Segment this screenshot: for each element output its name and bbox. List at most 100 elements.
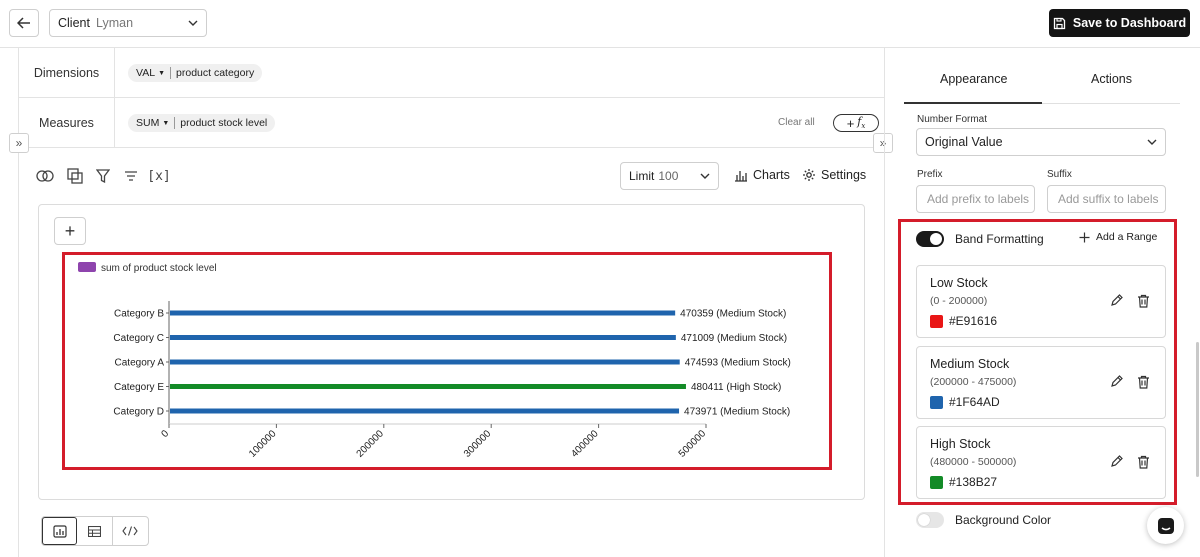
prefix-label: Prefix bbox=[917, 169, 943, 180]
dimension-agg-select[interactable]: VAL ▼ bbox=[136, 67, 172, 79]
client-value: Lyman bbox=[95, 16, 134, 30]
trash-icon[interactable] bbox=[1137, 294, 1150, 308]
add-range-label: Add a Range bbox=[1096, 231, 1158, 243]
band-card[interactable]: Low Stock (0 - 200000) #E91616 bbox=[916, 265, 1166, 338]
band-range: (200000 - 475000) bbox=[930, 376, 1017, 388]
measure-pill[interactable]: SUM ▼ product stock level bbox=[128, 114, 276, 132]
chat-icon bbox=[1157, 517, 1174, 534]
category-tick-label: Category A bbox=[115, 358, 165, 369]
background-color-toggle[interactable] bbox=[916, 512, 944, 528]
toggle-knob bbox=[930, 233, 942, 245]
suffix-input[interactable]: Add suffix to labels bbox=[1047, 185, 1166, 213]
band-name: Low Stock bbox=[930, 276, 988, 290]
band-name: High Stock bbox=[930, 437, 991, 451]
background-color-label: Background Color bbox=[955, 513, 1052, 527]
plus-icon bbox=[1079, 232, 1090, 242]
plus-icon: + bbox=[64, 220, 76, 241]
toggle-knob bbox=[918, 514, 930, 526]
gear-icon bbox=[803, 169, 815, 181]
band-formatting-label: Band Formatting bbox=[955, 232, 1044, 246]
dimensions-row: Dimensions VAL ▼ product category bbox=[19, 48, 885, 98]
chat-support-button[interactable] bbox=[1147, 507, 1184, 544]
band-color-swatch[interactable] bbox=[930, 315, 943, 328]
tab-appearance[interactable]: Appearance bbox=[940, 72, 1007, 86]
sort-icon[interactable] bbox=[122, 167, 140, 185]
charts-button[interactable]: Charts bbox=[734, 168, 790, 182]
function-icon: fx bbox=[857, 115, 866, 131]
trash-icon[interactable] bbox=[1137, 375, 1150, 389]
clear-all-link[interactable]: Clear all bbox=[778, 117, 815, 128]
caret-down-icon: ▼ bbox=[162, 119, 170, 127]
filter-icon[interactable] bbox=[94, 167, 112, 185]
pencil-icon[interactable] bbox=[1110, 375, 1123, 388]
pencil-icon[interactable] bbox=[1110, 294, 1123, 307]
x-tick-label: 100000 bbox=[247, 428, 279, 460]
expand-left-button[interactable]: » bbox=[9, 133, 29, 153]
table-icon bbox=[88, 525, 102, 537]
bar-chart-icon bbox=[735, 170, 747, 182]
client-label: Client bbox=[58, 16, 90, 30]
number-format-select[interactable]: Original Value bbox=[916, 128, 1166, 156]
tab-actions[interactable]: Actions bbox=[1091, 72, 1132, 86]
band-color-hex: #138B27 bbox=[949, 475, 998, 489]
copy-icon[interactable] bbox=[66, 167, 84, 185]
add-formula-button[interactable]: + fx bbox=[833, 114, 879, 132]
measures-row: Measures SUM ▼ product stock level Clear … bbox=[19, 98, 885, 148]
band-card[interactable]: High Stock (480000 - 500000) #138B27 bbox=[916, 426, 1166, 499]
measure-agg-select[interactable]: SUM ▼ bbox=[136, 117, 176, 129]
band-card[interactable]: Medium Stock (200000 - 475000) #1F64AD bbox=[916, 346, 1166, 419]
view-switcher bbox=[41, 516, 149, 546]
band-formatting-toggle[interactable] bbox=[916, 231, 944, 247]
client-select[interactable]: Client Lyman bbox=[49, 9, 207, 37]
legend-swatch bbox=[78, 262, 96, 272]
limit-value: 100 bbox=[658, 169, 679, 183]
table-view-tab[interactable] bbox=[77, 517, 113, 545]
bar[interactable] bbox=[170, 335, 676, 340]
bar[interactable] bbox=[170, 384, 686, 389]
double-chevron-right-icon: » bbox=[15, 136, 23, 150]
prefix-input[interactable]: Add prefix to labels bbox=[916, 185, 1035, 213]
category-tick-label: Category E bbox=[114, 382, 164, 393]
add-chart-element-button[interactable]: + bbox=[54, 217, 86, 245]
bar-data-label: 473971 (Medium Stock) bbox=[684, 407, 790, 418]
save-icon bbox=[1053, 17, 1066, 29]
variables-icon[interactable]: [x] bbox=[147, 167, 170, 185]
band-color-swatch[interactable] bbox=[930, 476, 943, 489]
bar-chart-icon bbox=[53, 524, 67, 538]
bar[interactable] bbox=[170, 310, 676, 316]
pencil-icon[interactable] bbox=[1110, 455, 1123, 468]
dimension-field: product category bbox=[176, 67, 255, 79]
add-range-button[interactable]: Add a Range bbox=[1079, 231, 1157, 243]
scrollbar-thumb[interactable] bbox=[1196, 342, 1199, 477]
back-button[interactable] bbox=[9, 9, 39, 37]
settings-button[interactable]: Settings bbox=[802, 168, 866, 182]
chevron-down-icon bbox=[700, 173, 710, 179]
bar-data-label: 470359 (Medium Stock) bbox=[680, 309, 786, 320]
trash-icon[interactable] bbox=[1137, 455, 1150, 469]
bar[interactable] bbox=[170, 408, 680, 414]
arrow-left-icon bbox=[17, 17, 30, 29]
band-color-swatch[interactable] bbox=[930, 396, 943, 409]
dimension-pill[interactable]: VAL ▼ product category bbox=[128, 64, 263, 82]
x-tick-label: 400000 bbox=[569, 428, 601, 460]
chart-view-tab[interactable] bbox=[42, 517, 78, 545]
band-name: Medium Stock bbox=[930, 357, 1010, 371]
active-tab-indicator bbox=[904, 102, 1042, 104]
measure-agg: SUM bbox=[136, 117, 160, 129]
bar[interactable] bbox=[170, 359, 680, 365]
number-format-value: Original Value bbox=[925, 135, 1003, 149]
code-view-tab[interactable] bbox=[113, 517, 148, 545]
settings-label: Settings bbox=[821, 168, 867, 182]
save-to-dashboard-button[interactable]: Save to Dashboard bbox=[1049, 9, 1190, 37]
chevron-down-icon bbox=[188, 20, 198, 26]
legend-label: sum of product stock level bbox=[101, 263, 217, 274]
caret-down-icon: ▼ bbox=[158, 69, 166, 77]
suffix-label: Suffix bbox=[1047, 169, 1072, 180]
code-icon bbox=[122, 526, 139, 536]
number-format-label: Number Format bbox=[917, 114, 988, 125]
limit-select[interactable]: Limit 100 bbox=[620, 162, 719, 190]
charts-label: Charts bbox=[753, 168, 790, 182]
join-icon[interactable] bbox=[36, 167, 54, 185]
bar-data-label: 471009 (Medium Stock) bbox=[681, 333, 787, 344]
bar-data-label: 474593 (Medium Stock) bbox=[685, 358, 791, 369]
